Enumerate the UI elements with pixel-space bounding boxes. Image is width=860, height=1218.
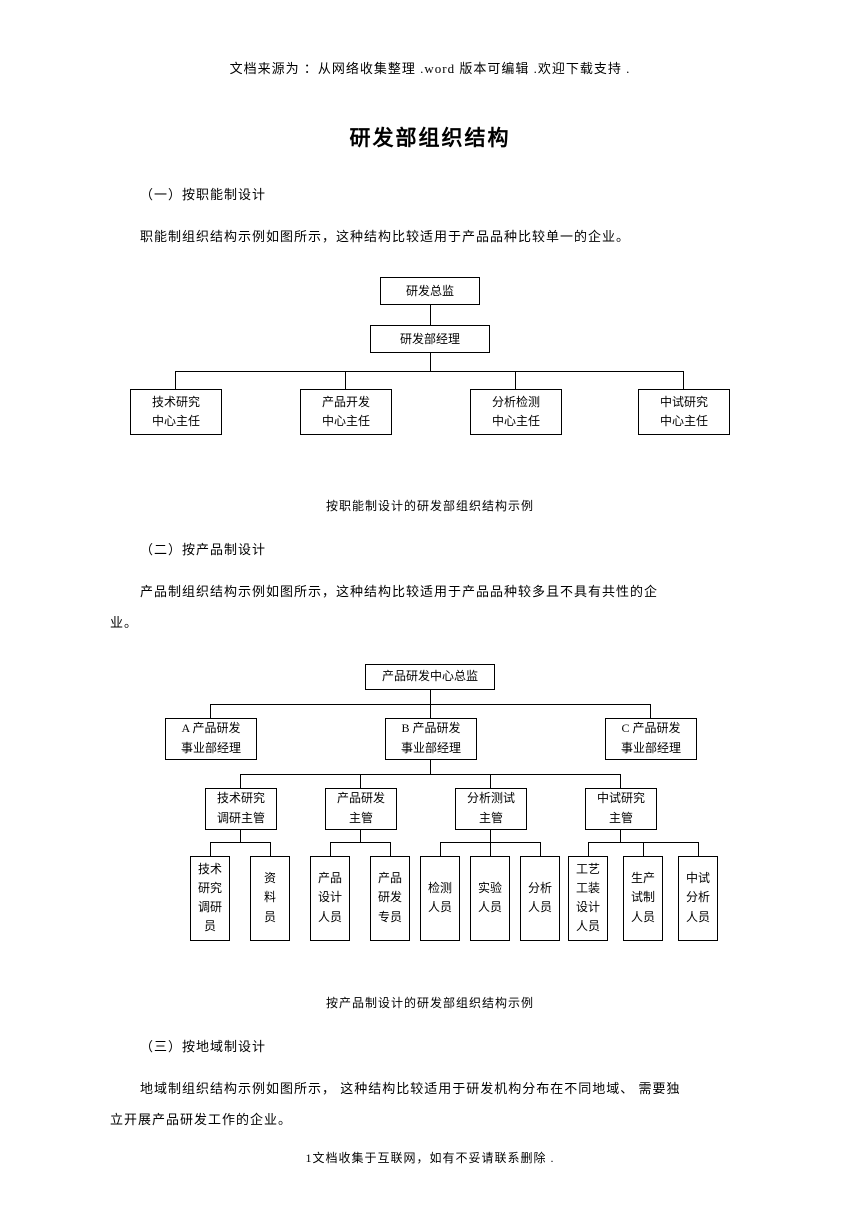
source-header: 文档来源为 ：从网络收集整理 .word 版本可编辑 .欢迎下载支持 . [0,0,860,77]
d2-top: 产品研发中心总监 [365,664,495,690]
diagram-2: 产品研发中心总监 A 产品研发事业部经理 B 产品研发事业部经理 C 产品研发事… [110,664,750,974]
d1-leaf-4: 中试研究中心主任 [638,389,730,435]
section2-paragraph-line2: 业。 [110,607,770,638]
section2-paragraph-line1: 产品制组织结构示例如图所示，这种结构比较适用于产品品种较多且不具有共性的企 [140,576,770,607]
d2-l4: 产品研发专员 [370,856,410,941]
d2-c3: 分析测试主管 [455,788,527,830]
d2-c1: 技术研究调研主管 [205,788,277,830]
page-footer: 1文档收集于互联网，如有不妥请联系删除 . [0,1149,860,1166]
d2-b2: B 产品研发事业部经理 [385,718,477,760]
d2-l1: 技术研究调研员 [190,856,230,941]
d1-mid: 研发部经理 [370,325,490,353]
d2-l10: 中试分析人员 [678,856,718,941]
section3-heading: （三）按地域制设计 [140,1036,860,1055]
d2-b1: A 产品研发事业部经理 [165,718,257,760]
d2-b3: C 产品研发事业部经理 [605,718,697,760]
d2-c4: 中试研究主管 [585,788,657,830]
d2-l2: 资料员 [250,856,290,941]
d2-l6: 实验人员 [470,856,510,941]
section3-paragraph-line1: 地域制组织结构示例如图所示， 这种结构比较适用于研发机构分布在不同地域、 需要独 [140,1073,770,1104]
d1-leaf-2: 产品开发中心主任 [300,389,392,435]
d2-c2: 产品研发主管 [325,788,397,830]
section3-paragraph-line2: 立开展产品研发工作的企业。 [110,1104,770,1135]
section2-heading: （二）按产品制设计 [140,539,860,558]
diagram-1: 研发总监 研发部经理 技术研究中心主任 产品开发中心主任 分析检测中心主任 中试… [120,277,740,477]
diagram2-caption: 按产品制设计的研发部组织结构示例 [0,994,860,1011]
document-title: 研发部组织结构 [0,122,860,152]
d2-l8: 工艺工装设计人员 [568,856,608,941]
section1-paragraph: 职能制组织结构示例如图所示，这种结构比较适用于产品品种比较单一的企业。 [140,221,770,252]
d1-leaf-3: 分析检测中心主任 [470,389,562,435]
d1-leaf-1: 技术研究中心主任 [130,389,222,435]
d1-top: 研发总监 [380,277,480,305]
d2-l5: 检测人员 [420,856,460,941]
d2-l9: 生产试制人员 [623,856,663,941]
section1-heading: （一）按职能制设计 [140,184,860,203]
d2-l3: 产品设计人员 [310,856,350,941]
diagram1-caption: 按职能制设计的研发部组织结构示例 [0,497,860,514]
d2-l7: 分析人员 [520,856,560,941]
